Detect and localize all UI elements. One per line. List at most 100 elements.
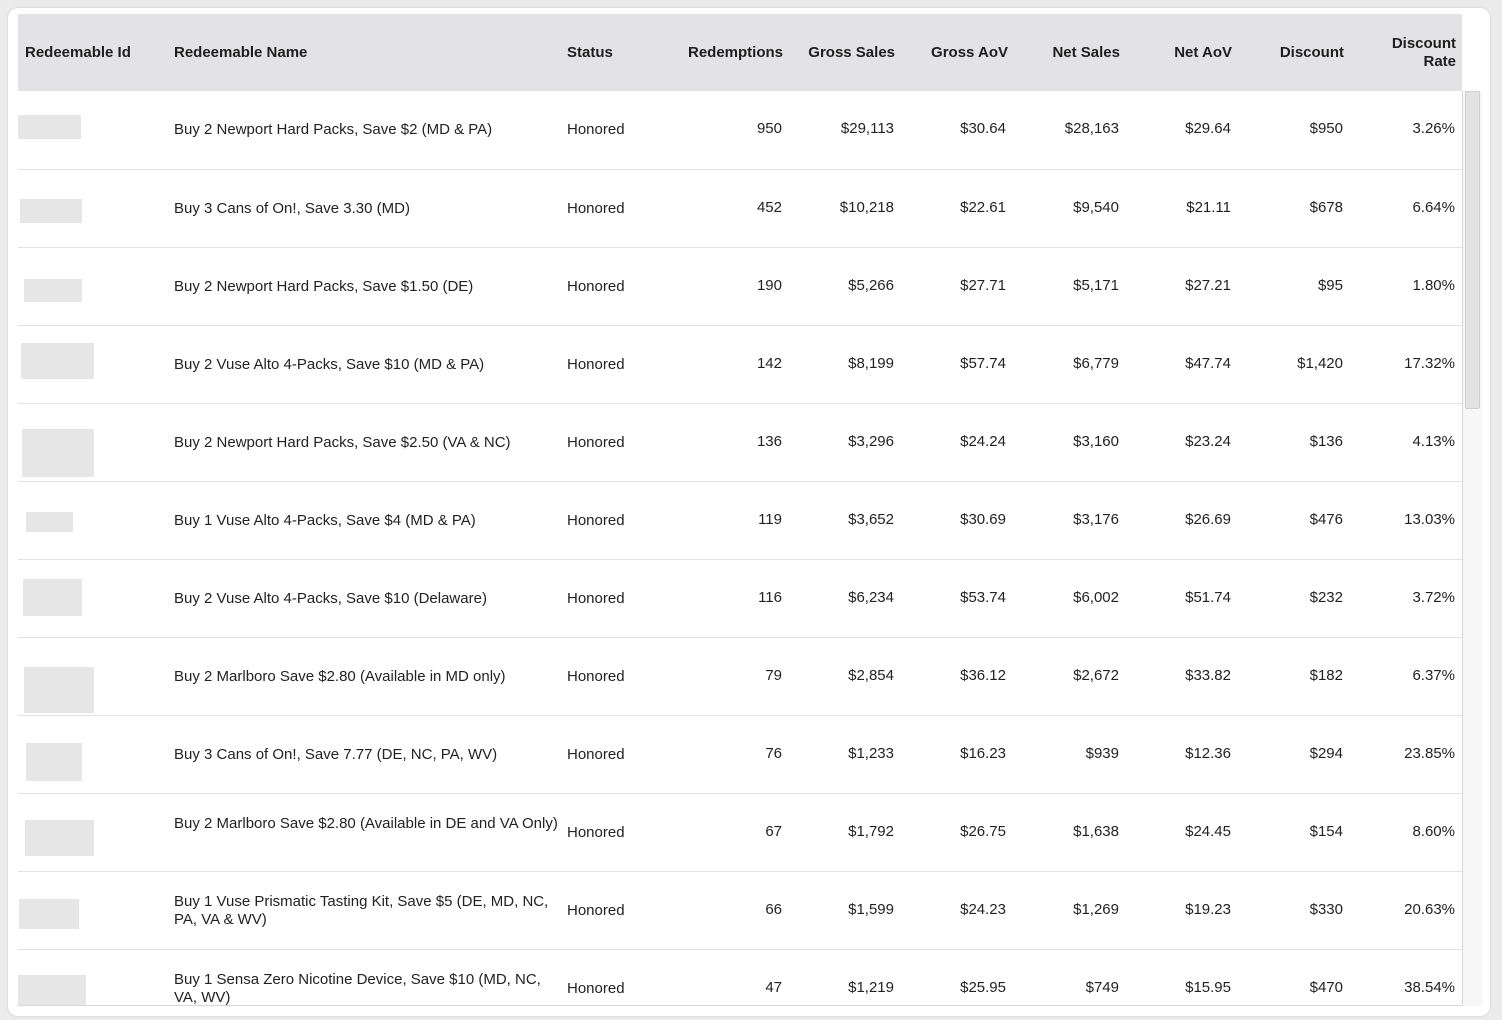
net-aov-cell: $24.45 <box>1185 823 1231 840</box>
gross-sales-cell: $1,792 <box>848 823 894 840</box>
redacted-redeemable-id <box>26 512 73 532</box>
redeemable-name-cell: Buy 2 Marlboro Save $2.80 (Available in … <box>174 815 558 832</box>
net-aov-cell: $21.11 <box>1186 199 1231 216</box>
net-sales-cell: $3,176 <box>1073 511 1119 528</box>
gross-sales-cell: $10,218 <box>839 199 894 216</box>
discount-cell: $232 <box>1309 589 1343 606</box>
gross-sales-cell: $5,266 <box>848 277 894 294</box>
gross-sales-cell: $8,199 <box>848 355 894 372</box>
redacted-redeemable-id <box>22 429 94 477</box>
net-sales-cell: $6,002 <box>1073 589 1119 606</box>
column-header-gross-aov[interactable]: Gross AoV <box>898 44 1008 62</box>
net-aov-cell: $15.95 <box>1185 979 1231 996</box>
redemptions-cell: 66 <box>765 901 782 918</box>
column-header-status[interactable]: Status <box>567 44 613 62</box>
redemptions-cell: 119 <box>758 511 782 528</box>
gross-sales-cell: $1,219 <box>848 979 894 996</box>
status-cell: Honored <box>567 512 625 529</box>
discount-cell: $678 <box>1309 199 1343 216</box>
net-aov-cell: $12.36 <box>1185 745 1231 762</box>
redeemable-name-cell: Buy 1 Vuse Alto 4-Packs, Save $4 (MD & P… <box>174 512 476 529</box>
redeemable-name-cell: Buy 2 Vuse Alto 4-Packs, Save $10 (MD & … <box>174 356 485 373</box>
gross-sales-cell: $1,233 <box>848 745 894 762</box>
gross-aov-cell: $27.71 <box>960 277 1006 294</box>
gross-aov-cell: $22.61 <box>960 199 1006 216</box>
discount-rate-cell: 17.32% <box>1404 355 1455 372</box>
status-cell: Honored <box>567 980 625 997</box>
discount-cell: $182 <box>1309 667 1343 684</box>
table-row[interactable]: Buy 3 Cans of On!, Save 3.30 (MD) Honored… <box>18 169 1462 247</box>
redacted-redeemable-id <box>21 343 94 379</box>
table-row[interactable]: Buy 2 Marlboro Save $2.80 (Available in … <box>18 793 1462 871</box>
net-aov-cell: $33.82 <box>1185 667 1231 684</box>
table-header: Redeemable Id Redeemable Name Status Red… <box>18 14 1462 91</box>
table-row[interactable]: Buy 2 Newport Hard Packs, Save $2 (MD & … <box>18 91 1462 169</box>
column-header-net-sales[interactable]: Net Sales <box>1008 44 1120 62</box>
table-row[interactable]: Buy 2 Newport Hard Packs, Save $2.50 (VA… <box>18 403 1462 481</box>
status-cell: Honored <box>567 668 625 685</box>
discount-rate-cell: 8.60% <box>1412 823 1455 840</box>
discount-rate-cell: 6.37% <box>1412 667 1455 684</box>
status-cell: Honored <box>567 278 625 295</box>
redacted-redeemable-id <box>18 115 81 139</box>
net-sales-cell: $1,638 <box>1073 823 1119 840</box>
discount-cell: $470 <box>1309 979 1343 996</box>
redemptions-cell: 142 <box>756 355 782 372</box>
net-sales-cell: $3,160 <box>1073 433 1119 450</box>
scrollbar-thumb[interactable] <box>1465 91 1480 409</box>
table-row[interactable]: Buy 1 Vuse Prismatic Tasting Kit, Save $… <box>18 871 1462 949</box>
discount-cell: $330 <box>1309 901 1343 918</box>
status-cell: Honored <box>567 434 625 451</box>
redeemable-name-cell: Buy 1 Vuse Prismatic Tasting Kit, Save $… <box>174 893 549 928</box>
redemptions-cell: 116 <box>758 589 782 606</box>
column-header-redeemable-id[interactable]: Redeemable Id <box>25 44 131 62</box>
gross-aov-cell: $57.74 <box>960 355 1006 372</box>
table-body: Buy 2 Newport Hard Packs, Save $2 (MD & … <box>18 91 1462 1006</box>
status-cell: Honored <box>567 356 625 373</box>
discount-rate-cell: 23.85% <box>1404 745 1455 762</box>
net-sales-cell: $939 <box>1085 745 1119 762</box>
net-sales-cell: $6,779 <box>1073 355 1119 372</box>
redacted-redeemable-id <box>19 899 79 929</box>
redeemable-name-cell: Buy 2 Marlboro Save $2.80 (Available in … <box>174 668 506 685</box>
redeemable-name-cell: Buy 3 Cans of On!, Save 7.77 (DE, NC, PA… <box>174 746 498 763</box>
gross-sales-cell: $3,296 <box>848 433 894 450</box>
redacted-redeemable-id <box>20 199 82 223</box>
table-bottom-border <box>18 1005 1462 1006</box>
discount-cell: $476 <box>1309 511 1343 528</box>
vertical-scrollbar[interactable] <box>1462 91 1482 1006</box>
status-cell: Honored <box>567 590 625 607</box>
table-row[interactable]: Buy 2 Vuse Alto 4-Packs, Save $10 (Delaw… <box>18 559 1462 637</box>
redeemable-name-cell: Buy 2 Newport Hard Packs, Save $1.50 (DE… <box>174 278 474 295</box>
gross-aov-cell: $16.23 <box>960 745 1006 762</box>
column-header-net-aov[interactable]: Net AoV <box>1123 44 1232 62</box>
redeemable-name-cell: Buy 2 Newport Hard Packs, Save $2 (MD & … <box>174 121 493 138</box>
redeemable-name-cell: Buy 2 Newport Hard Packs, Save $2.50 (VA… <box>174 434 511 451</box>
column-header-redemptions[interactable]: Redemptions <box>658 44 783 62</box>
column-header-discount[interactable]: Discount <box>1233 44 1344 62</box>
discount-rate-cell: 3.72% <box>1412 589 1455 606</box>
discount-cell: $950 <box>1309 120 1343 137</box>
gross-aov-cell: $30.69 <box>960 511 1006 528</box>
redacted-redeemable-id <box>24 279 82 302</box>
table-row[interactable]: Buy 1 Sensa Zero Nicotine Device, Save $… <box>18 949 1462 1006</box>
redemptions-cell: 47 <box>765 979 782 996</box>
table-row[interactable]: Buy 1 Vuse Alto 4-Packs, Save $4 (MD & P… <box>18 481 1462 559</box>
column-header-gross-sales[interactable]: Gross Sales <box>778 44 895 62</box>
redemptions-cell: 950 <box>756 120 782 137</box>
discount-rate-cell: 1.80% <box>1412 277 1455 294</box>
discount-cell: $1,420 <box>1297 355 1343 372</box>
gross-sales-cell: $3,652 <box>848 511 894 528</box>
redemptions-cell: 136 <box>756 433 782 450</box>
table-row[interactable]: Buy 2 Marlboro Save $2.80 (Available in … <box>18 637 1462 715</box>
table-row[interactable]: Buy 3 Cans of On!, Save 7.77 (DE, NC, PA… <box>18 715 1462 793</box>
table-row[interactable]: Buy 2 Newport Hard Packs, Save $1.50 (DE… <box>18 247 1462 325</box>
column-header-discount-rate[interactable]: Discount Rate <box>1373 35 1456 71</box>
column-header-redeemable-name[interactable]: Redeemable Name <box>174 44 307 62</box>
redacted-redeemable-id <box>25 820 94 856</box>
status-cell: Honored <box>567 746 625 763</box>
discount-cell: $136 <box>1309 433 1343 450</box>
net-aov-cell: $27.21 <box>1185 277 1231 294</box>
redacted-redeemable-id <box>24 667 94 713</box>
table-row[interactable]: Buy 2 Vuse Alto 4-Packs, Save $10 (MD & … <box>18 325 1462 403</box>
